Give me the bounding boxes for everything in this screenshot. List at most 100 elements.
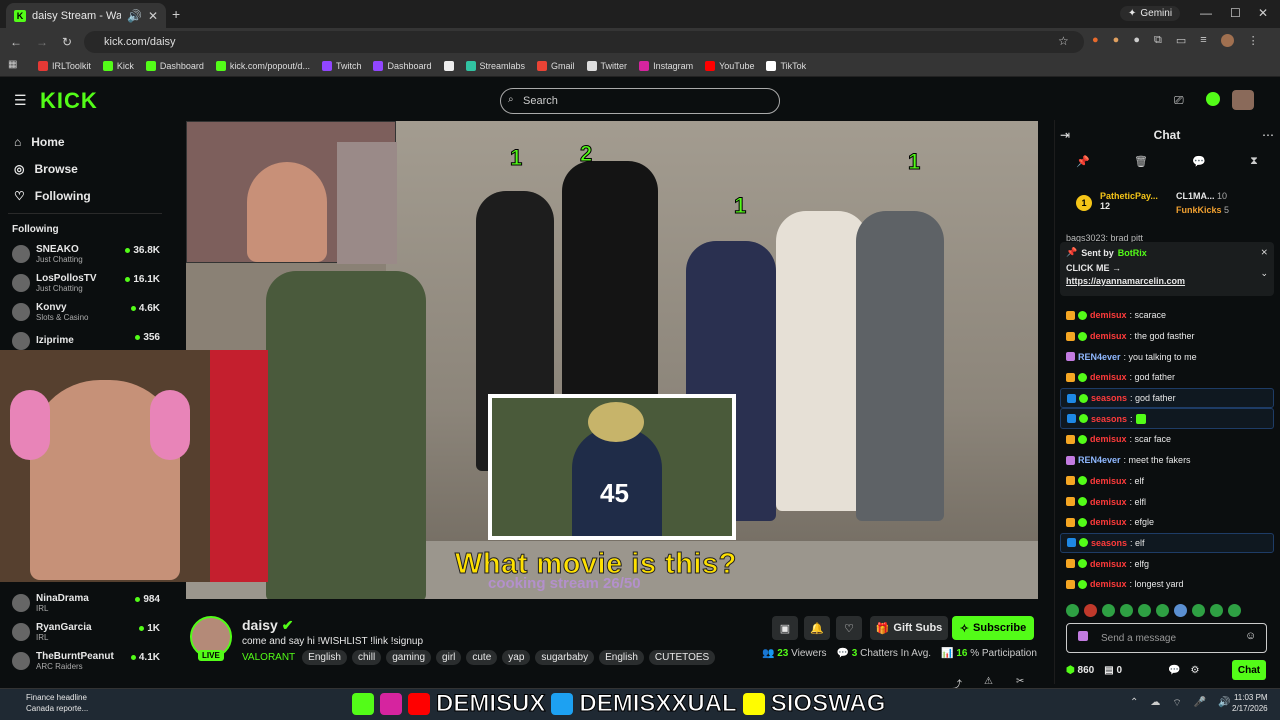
stream-tag[interactable]: English: [302, 650, 347, 665]
search-input[interactable]: Search: [500, 88, 780, 114]
minimize-icon[interactable]: —: [1200, 6, 1212, 20]
extension-icon[interactable]: ●: [1133, 34, 1140, 47]
cloud-icon[interactable]: ☁: [1150, 697, 1160, 710]
subscribe-button[interactable]: ✧ Subscribe: [952, 616, 1034, 640]
chat-username[interactable]: demisux: [1090, 476, 1127, 486]
emote-icon[interactable]: [1102, 604, 1115, 617]
emote-icon[interactable]: [1192, 604, 1205, 617]
follow-heart-icon[interactable]: ♡: [836, 616, 862, 640]
pin-icon[interactable]: 📌: [1076, 155, 1090, 168]
theater-mode-icon[interactable]: ▣: [772, 616, 798, 640]
tray-overflow-icon[interactable]: ⌃: [1130, 697, 1138, 710]
network-icon[interactable]: ⌔: [1172, 697, 1181, 710]
forward-icon[interactable]: →: [36, 35, 48, 49]
pinned-link[interactable]: https://ayannamarcelin.com: [1066, 276, 1268, 286]
chat-message[interactable]: REN4ever: you talking to me: [1060, 346, 1274, 367]
emote-icon[interactable]: [1210, 604, 1223, 617]
extension-icon[interactable]: ●: [1092, 34, 1099, 47]
followed-channel[interactable]: Konvy Slots & Casino 4.6K: [0, 297, 170, 326]
chat-message[interactable]: demisux: god father: [1060, 367, 1274, 388]
leaderboard-entry[interactable]: FunkKicks 5: [1176, 205, 1229, 215]
followed-channel[interactable]: LosPollosTV Just Chatting 16.1K: [0, 268, 170, 297]
chat-points[interactable]: ⬢ 860: [1066, 665, 1094, 676]
chat-username[interactable]: demisux: [1090, 331, 1127, 341]
profile-avatar[interactable]: [1220, 34, 1234, 47]
stream-category[interactable]: VALORANT: [242, 652, 295, 663]
url-field[interactable]: kick.com/daisy: [84, 31, 1084, 53]
volume-icon[interactable]: 🔊: [1218, 697, 1230, 710]
followed-channel[interactable]: TheBurntPeanut ARC Raiders 4.1K: [0, 646, 170, 675]
report-icon[interactable]: ⚠: [984, 676, 993, 687]
trash-icon[interactable]: 🗑: [1134, 155, 1148, 168]
new-tab-button[interactable]: +: [172, 6, 180, 22]
gift-subs-button[interactable]: 🎁 Gift Subs: [870, 616, 948, 640]
chat-settings-icon[interactable]: ⚙: [1190, 665, 1199, 676]
bookmark-item[interactable]: Dashboard: [373, 61, 432, 71]
apps-grid-icon[interactable]: ▦: [8, 59, 17, 70]
leaderboard-entry[interactable]: CL1MA... 10: [1176, 191, 1227, 201]
user-avatar[interactable]: [1232, 90, 1254, 110]
cast-icon[interactable]: ▭: [1176, 34, 1186, 47]
reading-list-icon[interactable]: ≡: [1200, 34, 1206, 47]
chat-username[interactable]: demisux: [1090, 517, 1127, 527]
gemini-button[interactable]: ✦ Gemini: [1120, 6, 1181, 21]
reload-icon[interactable]: ↻: [62, 35, 72, 49]
chat-identity-icon[interactable]: [1078, 631, 1088, 641]
stream-tag[interactable]: English: [599, 650, 644, 665]
chat-username[interactable]: REN4ever: [1078, 455, 1121, 465]
send-chat-button[interactable]: Chat: [1232, 660, 1266, 680]
chat-message[interactable]: demisux: elfg: [1060, 553, 1274, 574]
extensions-puzzle-icon[interactable]: ⧉: [1154, 34, 1162, 47]
chat-message-input[interactable]: Send a message: [1066, 623, 1267, 653]
bookmark-item[interactable]: Streamlabs: [465, 61, 525, 71]
chat-username[interactable]: demisux: [1090, 497, 1127, 507]
kick-logo[interactable]: KICK: [40, 88, 98, 114]
tab-audio-icon[interactable]: 🔊: [127, 9, 142, 23]
emote-icon[interactable]: [1084, 604, 1097, 617]
window-close-icon[interactable]: ✕: [1258, 6, 1268, 20]
chat-message[interactable]: demisux: scar face: [1060, 429, 1274, 450]
notification-bell-icon[interactable]: 🔔: [804, 616, 830, 640]
browser-tab[interactable]: K daisy Stream - Watch Live o 🔊 ✕: [6, 3, 166, 28]
stream-tag[interactable]: yap: [502, 650, 531, 665]
chrome-menu-icon[interactable]: ⋮: [1248, 34, 1259, 47]
chat-username[interactable]: REN4ever: [1078, 352, 1121, 362]
nav-item-home[interactable]: ⌂ Home: [0, 128, 170, 155]
maximize-icon[interactable]: ☐: [1230, 6, 1241, 20]
chat-bottom-counter[interactable]: ▤ 0: [1104, 665, 1122, 676]
nav-item-browse[interactable]: ◎ Browse: [0, 155, 170, 182]
chat-message[interactable]: demisux: efgle: [1060, 512, 1274, 533]
chevron-down-icon[interactable]: ⌄: [1260, 268, 1268, 279]
pinned-message[interactable]: 📌 Sent by BotRix CLICK ME → https://ayanna…: [1060, 242, 1274, 296]
chat-message[interactable]: demisux: scarace: [1060, 305, 1274, 326]
chat-username[interactable]: seasons: [1091, 414, 1127, 424]
extension-icon[interactable]: ●: [1113, 34, 1120, 47]
emote-icon[interactable]: [1174, 604, 1187, 617]
followed-channel[interactable]: RyanGarcia IRL 1K: [0, 617, 170, 646]
bookmark-item[interactable]: Twitch: [321, 61, 361, 71]
chat-username[interactable]: demisux: [1090, 579, 1127, 589]
emote-icon[interactable]: [1066, 604, 1079, 617]
bookmark-item[interactable]: Instagram: [639, 61, 693, 71]
chat-message[interactable]: seasons: god father: [1060, 387, 1274, 409]
news-widget[interactable]: Finance headline Canada reporte...: [6, 692, 88, 714]
chat-username[interactable]: demisux: [1090, 372, 1127, 382]
bookmark-item[interactable]: Gmail: [537, 61, 575, 71]
dashboard-icon[interactable]: ⎚: [1174, 93, 1184, 108]
chat-message[interactable]: demisux: longest yard: [1060, 574, 1274, 595]
bookmark-item[interactable]: IRLToolkit: [38, 61, 91, 71]
bookmark-item[interactable]: Kick: [102, 61, 134, 71]
mic-icon[interactable]: 🎤: [1194, 697, 1206, 710]
emote-icon[interactable]: [1120, 604, 1133, 617]
chat-username[interactable]: demisux: [1090, 434, 1127, 444]
stream-tag[interactable]: gaming: [386, 650, 432, 665]
leaderboard-entry[interactable]: PatheticPay... 12: [1100, 191, 1158, 211]
bookmark-item[interactable]: Twitter: [586, 61, 627, 71]
stream-tag[interactable]: sugarbaby: [535, 650, 595, 665]
chat-menu-icon[interactable]: ⋯: [1262, 128, 1274, 142]
clip-icon[interactable]: ✂: [1016, 676, 1024, 687]
chat-bubble-icon[interactable]: 💬: [1192, 155, 1206, 168]
emote-icon[interactable]: [1138, 604, 1151, 617]
chat-message[interactable]: demisux: the god fasther: [1060, 326, 1274, 347]
timer-icon[interactable]: ⧗: [1250, 155, 1258, 168]
